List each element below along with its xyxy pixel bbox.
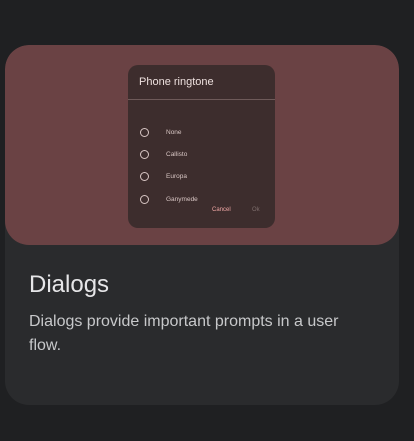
- radio-unchecked-icon: [140, 171, 149, 181]
- card-hero-preview: Phone ringtone None Callisto Europa Gany…: [5, 45, 399, 245]
- dialog-title: Phone ringtone: [139, 76, 214, 88]
- card-title: Dialogs: [29, 271, 110, 298]
- radio-option-none: None: [140, 126, 182, 138]
- dialogs-card[interactable]: Phone ringtone None Callisto Europa Gany…: [5, 45, 399, 405]
- dialog-divider: [128, 99, 275, 100]
- radio-option-label: Europa: [166, 172, 187, 180]
- radio-unchecked-icon: [140, 149, 149, 159]
- radio-option-label: Ganymede: [166, 195, 198, 203]
- preview-dialog: Phone ringtone None Callisto Europa Gany…: [128, 65, 275, 228]
- radio-option-label: Callisto: [166, 150, 188, 158]
- dialog-ok-button: Ok: [252, 207, 260, 213]
- radio-unchecked-icon: [140, 127, 149, 137]
- radio-option-ganymede: Ganymede: [140, 193, 198, 205]
- radio-unchecked-icon: [140, 194, 149, 204]
- dialog-cancel-button: Cancel: [212, 207, 231, 213]
- radio-option-europa: Europa: [140, 170, 187, 182]
- radio-option-callisto: Callisto: [140, 148, 187, 160]
- card-description: Dialogs provide important prompts in a u…: [29, 313, 339, 354]
- radio-option-label: None: [166, 128, 182, 136]
